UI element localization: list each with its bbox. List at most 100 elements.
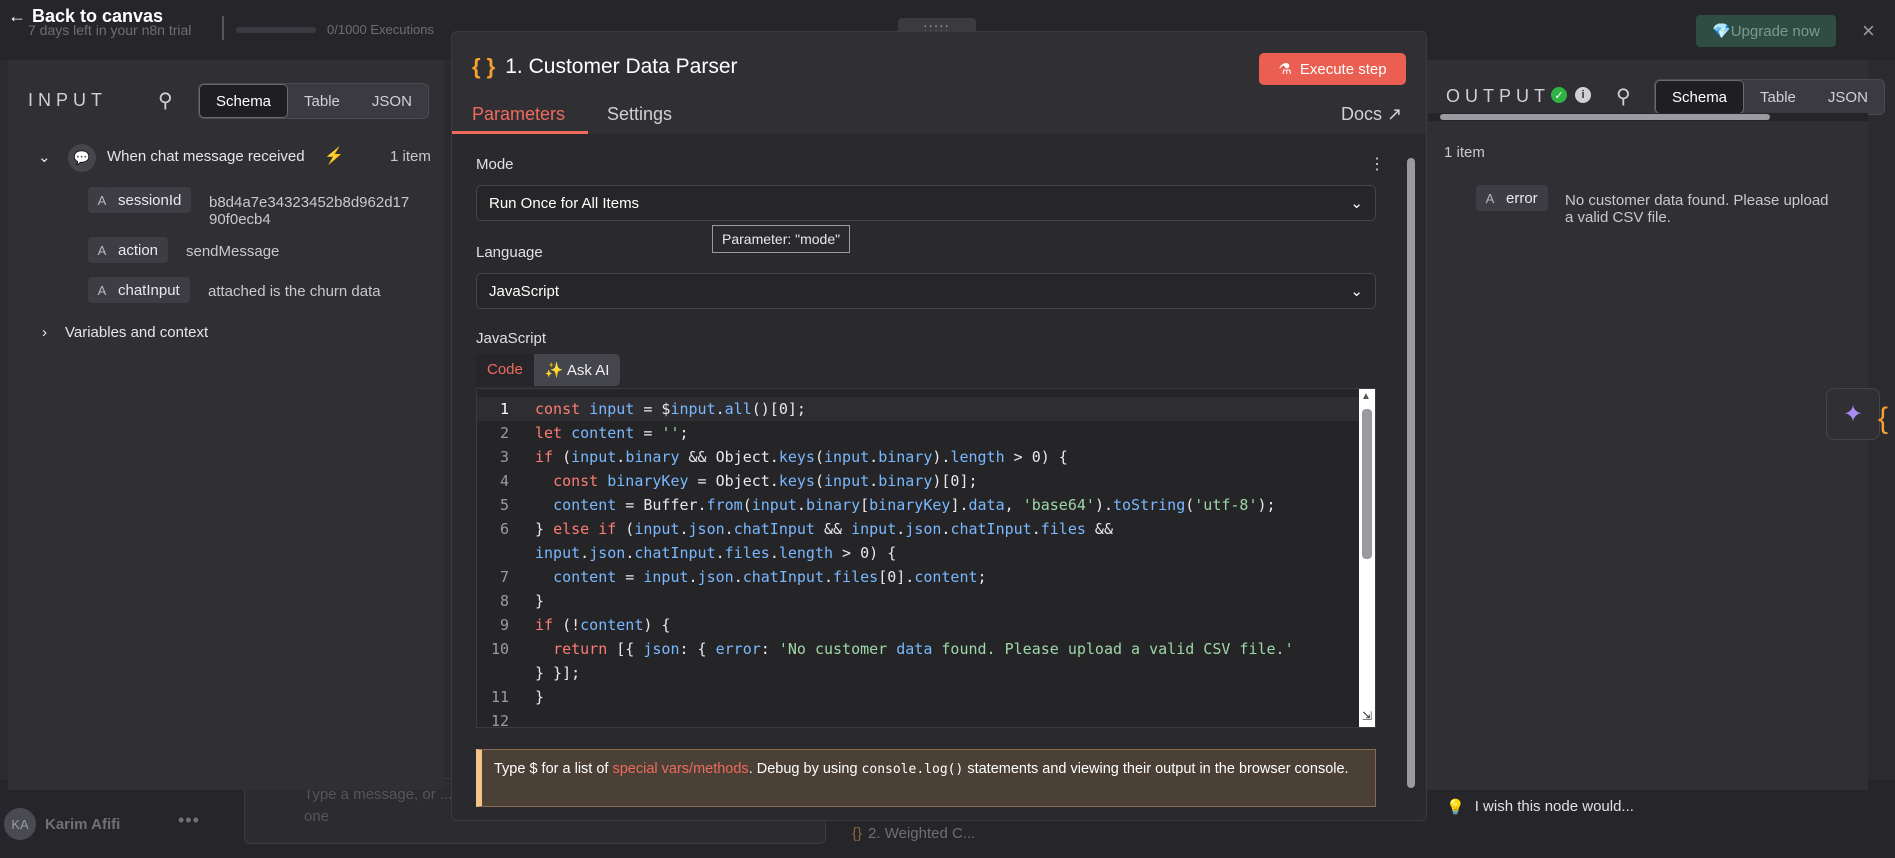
code-node-icon: {}: [852, 825, 863, 842]
close-icon[interactable]: ×: [1862, 18, 1875, 44]
code-line[interactable]: 8}: [477, 589, 1357, 613]
code-text: }: [535, 688, 545, 706]
tab-table[interactable]: Table: [1744, 80, 1812, 114]
arrow-left-icon: ←: [8, 6, 26, 26]
tab-code[interactable]: Code: [476, 354, 534, 386]
line-number: 4: [499, 472, 509, 490]
input-view-tabs: Schema Table JSON: [198, 83, 429, 119]
field-key-badge[interactable]: Aaction: [88, 237, 169, 263]
field-key-badge[interactable]: AchatInput: [88, 277, 190, 303]
scrollbar-thumb[interactable]: [1440, 114, 1770, 120]
scroll-up-icon[interactable]: ▲: [1361, 391, 1371, 402]
chevron-down-icon[interactable]: ⌄: [38, 148, 51, 166]
next-node[interactable]: {} 2. Weighted C...: [852, 825, 975, 842]
language-value: JavaScript: [489, 282, 560, 300]
info-icon[interactable]: i: [1575, 87, 1591, 103]
string-type-icon: A: [92, 277, 112, 303]
tab-schema[interactable]: Schema: [1655, 80, 1745, 114]
code-line[interactable]: 9 if (!content) {: [477, 613, 1357, 637]
string-type-icon: A: [92, 237, 112, 263]
line-number: 3: [499, 448, 509, 466]
schema-field: Aerror: [1476, 185, 1548, 211]
special-vars-link[interactable]: special vars/methods: [612, 761, 748, 777]
chevron-right-icon[interactable]: ›: [42, 324, 47, 341]
active-tab-indicator: [452, 131, 588, 134]
code-line[interactable]: } }];: [477, 661, 1357, 685]
back-to-canvas-button[interactable]: ← Back to canvas: [8, 6, 163, 27]
schema-field: AsessionId: [88, 187, 192, 213]
ask-ai-button[interactable]: ✨ Ask AI: [533, 354, 621, 386]
variables-context[interactable]: Variables and context: [65, 324, 208, 341]
tab-parameters[interactable]: Parameters: [472, 104, 565, 125]
flask-icon: ⚗: [1278, 61, 1292, 78]
tab-settings[interactable]: Settings: [607, 104, 672, 125]
tab-json[interactable]: JSON: [356, 84, 428, 118]
avatar[interactable]: KA: [4, 808, 36, 840]
code-line[interactable]: input.json.chatInput.files.length > 0) {: [477, 541, 1357, 565]
execute-label: Execute step: [1299, 60, 1387, 78]
field-key-badge[interactable]: Aerror: [1476, 185, 1548, 211]
more-options-icon[interactable]: •••: [178, 810, 200, 831]
language-select[interactable]: JavaScript ⌄: [476, 273, 1376, 309]
node-title[interactable]: { } 1. Customer Data Parser: [472, 54, 738, 80]
output-view-tabs: Schema Table JSON: [1654, 79, 1885, 115]
field-value: b8d4a7e34323452b8d962d17 90f0ecb4: [209, 194, 410, 228]
code-line[interactable]: 6} else if (input.json.chatInput && inpu…: [477, 517, 1357, 541]
code-line[interactable]: 5 content = Buffer.from(input.binary[bin…: [477, 493, 1357, 517]
code-line[interactable]: 2 let content = '';: [477, 421, 1357, 445]
tab-schema[interactable]: Schema: [199, 84, 289, 118]
code-line[interactable]: 3 if (input.binary && Object.keys(input.b…: [477, 445, 1357, 469]
code-line[interactable]: 7 content = input.json.chatInput.files[0…: [477, 565, 1357, 589]
gem-icon: 💎: [1712, 23, 1731, 40]
code-line[interactable]: 12: [477, 709, 1357, 733]
external-link-icon: ↗: [1387, 104, 1403, 124]
dialog-scrollbar-thumb[interactable]: [1407, 158, 1415, 788]
upgrade-button[interactable]: 💎 Upgrade now: [1696, 15, 1836, 47]
code-text: if (input.binary && Object.keys(input.bi…: [535, 448, 1068, 466]
resize-icon[interactable]: ⇲: [1359, 709, 1375, 725]
trigger-name: When chat message received: [107, 148, 305, 165]
execute-step-button[interactable]: ⚗ Execute step: [1259, 53, 1406, 85]
node-details-dialog: { } 1. Customer Data Parser ⚗ Execute st…: [451, 31, 1427, 821]
more-vertical-icon[interactable]: ⋮: [1369, 154, 1385, 174]
field-key-badge[interactable]: AsessionId: [88, 187, 192, 213]
tab-table[interactable]: Table: [288, 84, 356, 118]
line-number: 8: [499, 592, 509, 610]
tab-json[interactable]: JSON: [1812, 80, 1884, 114]
code-line[interactable]: 4 const binaryKey = Object.keys(input.bi…: [477, 469, 1357, 493]
ai-assistant-icon[interactable]: ✦: [1826, 388, 1880, 440]
line-number: 5: [499, 496, 509, 514]
feedback-link[interactable]: 💡 I wish this node would...: [1446, 798, 1634, 816]
upgrade-label: Upgrade now: [1730, 22, 1820, 40]
executions-count: 0/1000 Executions: [327, 22, 434, 37]
schema-field: AchatInput: [88, 277, 190, 303]
code-line[interactable]: 1 const input = $input.all()[0];: [477, 397, 1357, 421]
mode-value: Run Once for All Items: [489, 194, 640, 212]
search-icon[interactable]: ⚲: [1616, 84, 1631, 109]
code-text: content = Buffer.from(input.binary[binar…: [553, 496, 1276, 514]
mode-label: Mode: [476, 156, 514, 173]
divider: [222, 16, 224, 40]
string-type-icon: A: [1480, 185, 1500, 211]
mode-select[interactable]: Run Once for All Items ⌄: [476, 185, 1376, 221]
field-value: No customer data found. Please upload a v…: [1565, 192, 1829, 226]
code-line[interactable]: 11}: [477, 685, 1357, 709]
success-check-icon: ✓: [1551, 87, 1567, 103]
code-text: let content = '';: [535, 424, 689, 442]
code-label: JavaScript: [476, 330, 547, 347]
code-editor[interactable]: 1 const input = $input.all()[0]; 2 let cont…: [476, 388, 1376, 730]
code-line[interactable]: 10 return [{ json: { error: 'No customer…: [477, 637, 1357, 661]
lightbulb-icon: 💡: [1446, 799, 1465, 816]
field-value: attached is the churn data: [208, 283, 381, 300]
docs-link[interactable]: Docs ↗: [1341, 104, 1402, 125]
schema-field: Aaction: [88, 237, 169, 263]
code-tabs: Code ✨ Ask AI: [476, 354, 621, 386]
code-node-icon[interactable]: {: [1878, 402, 1888, 436]
input-panel: INPUT ⚲ Schema Table JSON ⌄ 💬 When chat …: [8, 60, 444, 790]
search-icon[interactable]: ⚲: [158, 88, 173, 113]
user-name: Karim Afifi: [45, 816, 121, 833]
node-title-text: 1. Customer Data Parser: [505, 55, 738, 78]
code-text: content = input.json.chatInput.files[0].…: [553, 568, 987, 586]
editor-scrollbar-thumb[interactable]: [1362, 409, 1372, 559]
code-text: } }];: [535, 664, 581, 682]
